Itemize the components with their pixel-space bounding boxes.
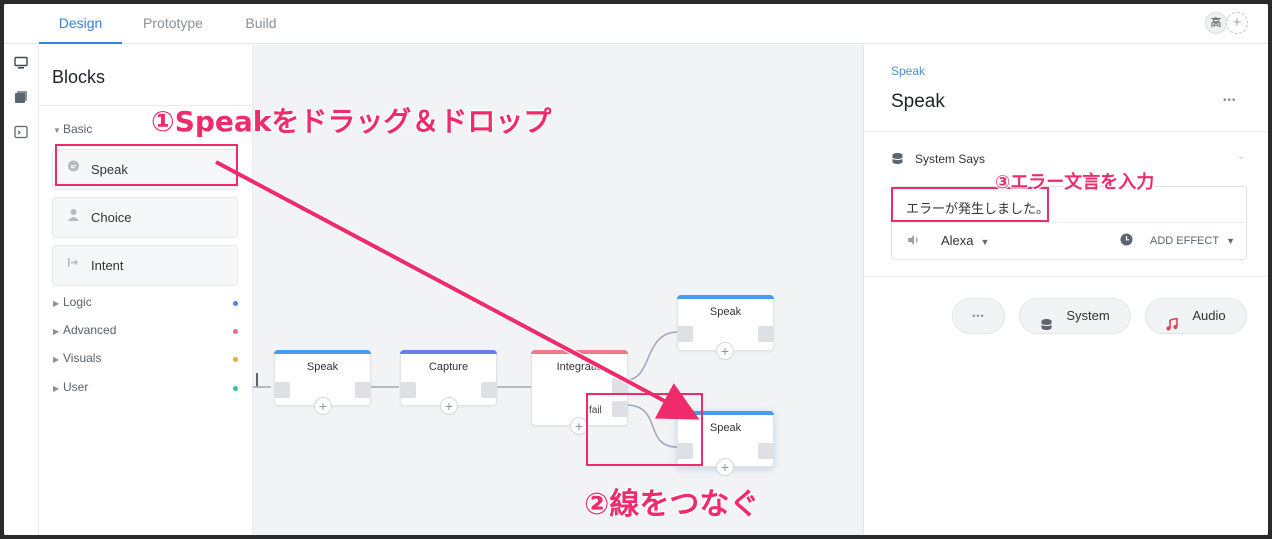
category-dot [233,301,238,306]
add-step-button[interactable]: + [716,458,734,476]
node-title: Speak [306,361,339,373]
terminal-icon[interactable] [13,125,29,141]
section-label: Basic [63,122,93,136]
output-port[interactable] [355,382,371,398]
system-button[interactable]: System [1019,298,1131,334]
section-user[interactable]: ▶ User [53,380,88,394]
node-color-bar [400,350,497,354]
node-title: Integratio [556,361,603,373]
section-label: User [63,380,89,394]
avatar[interactable]: 高 [1205,12,1227,34]
monitor-icon[interactable] [13,56,29,72]
section-label: Advanced [63,323,117,337]
top-bar: Design Prototype Build 高 + [4,4,1268,44]
section-label: Visuals [63,351,102,365]
section-logic[interactable]: ▶ Logic [53,295,92,309]
section-basic[interactable]: ▼ Basic [53,122,92,136]
pages-icon[interactable] [13,90,29,106]
capture-node[interactable]: Capture + [400,350,497,415]
system-label: System [1066,308,1110,323]
section-title: System Says [915,152,986,166]
tab-build[interactable]: Build [232,4,290,44]
blocks-title: Blocks [52,67,106,87]
page-title: Speak [891,91,945,112]
divider [892,222,1246,223]
input-port[interactable] [400,382,416,398]
success-port[interactable] [612,378,628,394]
add-step-button[interactable]: + [440,397,458,415]
caret-down-icon: ▼ [1226,236,1235,246]
chevron-right-icon: ▶ [53,327,60,336]
category-dot [233,357,238,362]
node-color-bar [677,295,774,299]
database-icon [1040,310,1053,344]
annotation-step1: ①Speakをドラッグ＆ドロップ [151,105,552,138]
section-label: Logic [63,295,92,309]
chevron-right-icon: ▶ [53,355,60,364]
node-color-bar [274,350,371,354]
tab-prototype[interactable]: Prototype [130,4,216,44]
category-dot [233,386,238,391]
tab-design[interactable]: Design [39,4,122,44]
caret-down-icon: ▼ [980,237,990,247]
person-icon [67,198,80,237]
section-visuals[interactable]: ▶ Visuals [53,351,101,365]
section-advanced[interactable]: ▶ Advanced [53,323,116,337]
speak-node[interactable]: Speak + [274,350,371,415]
chevron-right-icon: ▶ [53,299,60,308]
left-rail [4,45,39,535]
music-note-icon [1165,310,1178,344]
node-title: Capture [428,361,469,373]
clock-icon [1120,233,1133,251]
block-choice[interactable]: Choice [52,197,238,238]
divider [864,131,1268,132]
node-color-bar [531,350,628,354]
add-step-button[interactable]: + [314,397,332,415]
speaker-icon [907,233,920,251]
arrow-into-icon [67,246,80,285]
add-collaborator-button[interactable]: + [1226,12,1248,34]
annotation-step2: ②線をつなぐ [584,487,760,522]
output-port[interactable] [758,326,774,342]
block-label: Intent [91,258,124,273]
add-effect-label: ADD EFFECT [1150,235,1220,247]
output-port[interactable] [481,382,497,398]
breadcrumb[interactable]: Speak [891,64,925,78]
app-window: Design Prototype Build 高 + Blocks ▼ Basic… [4,4,1268,535]
block-intent[interactable]: Intent [52,245,238,286]
chevron-down-icon[interactable]: ⌄ [1237,151,1245,162]
highlight-connection [586,393,703,466]
more-options-icon[interactable]: ••• [1223,95,1237,106]
input-port[interactable] [677,326,693,342]
divider [864,276,1268,277]
database-icon [891,152,904,170]
output-port[interactable] [758,443,774,459]
voice-value: Alexa [941,233,974,248]
audio-label: Audio [1192,308,1226,323]
editor-panel: Speak Speak ••• System Says ⌄ エラーが発生しました… [863,45,1268,535]
block-label: Choice [91,210,132,225]
chevron-down-icon: ▼ [53,126,61,135]
add-step-button[interactable]: + [716,342,734,360]
audio-button[interactable]: Audio [1145,298,1247,334]
speak-node-success[interactable]: Speak + [677,295,774,360]
more-steps-button[interactable]: ••• [952,298,1005,334]
voice-select[interactable]: Alexa ▼ [941,233,989,248]
add-effect-button[interactable]: ADD EFFECT ▼ [1150,235,1235,247]
category-dot [233,329,238,334]
annotation-step3: ③エラー文言を入力 [995,172,1155,193]
input-port[interactable] [274,382,290,398]
node-title: Speak [709,306,742,318]
chevron-right-icon: ▶ [53,384,60,393]
highlight-speak-block [55,144,238,186]
